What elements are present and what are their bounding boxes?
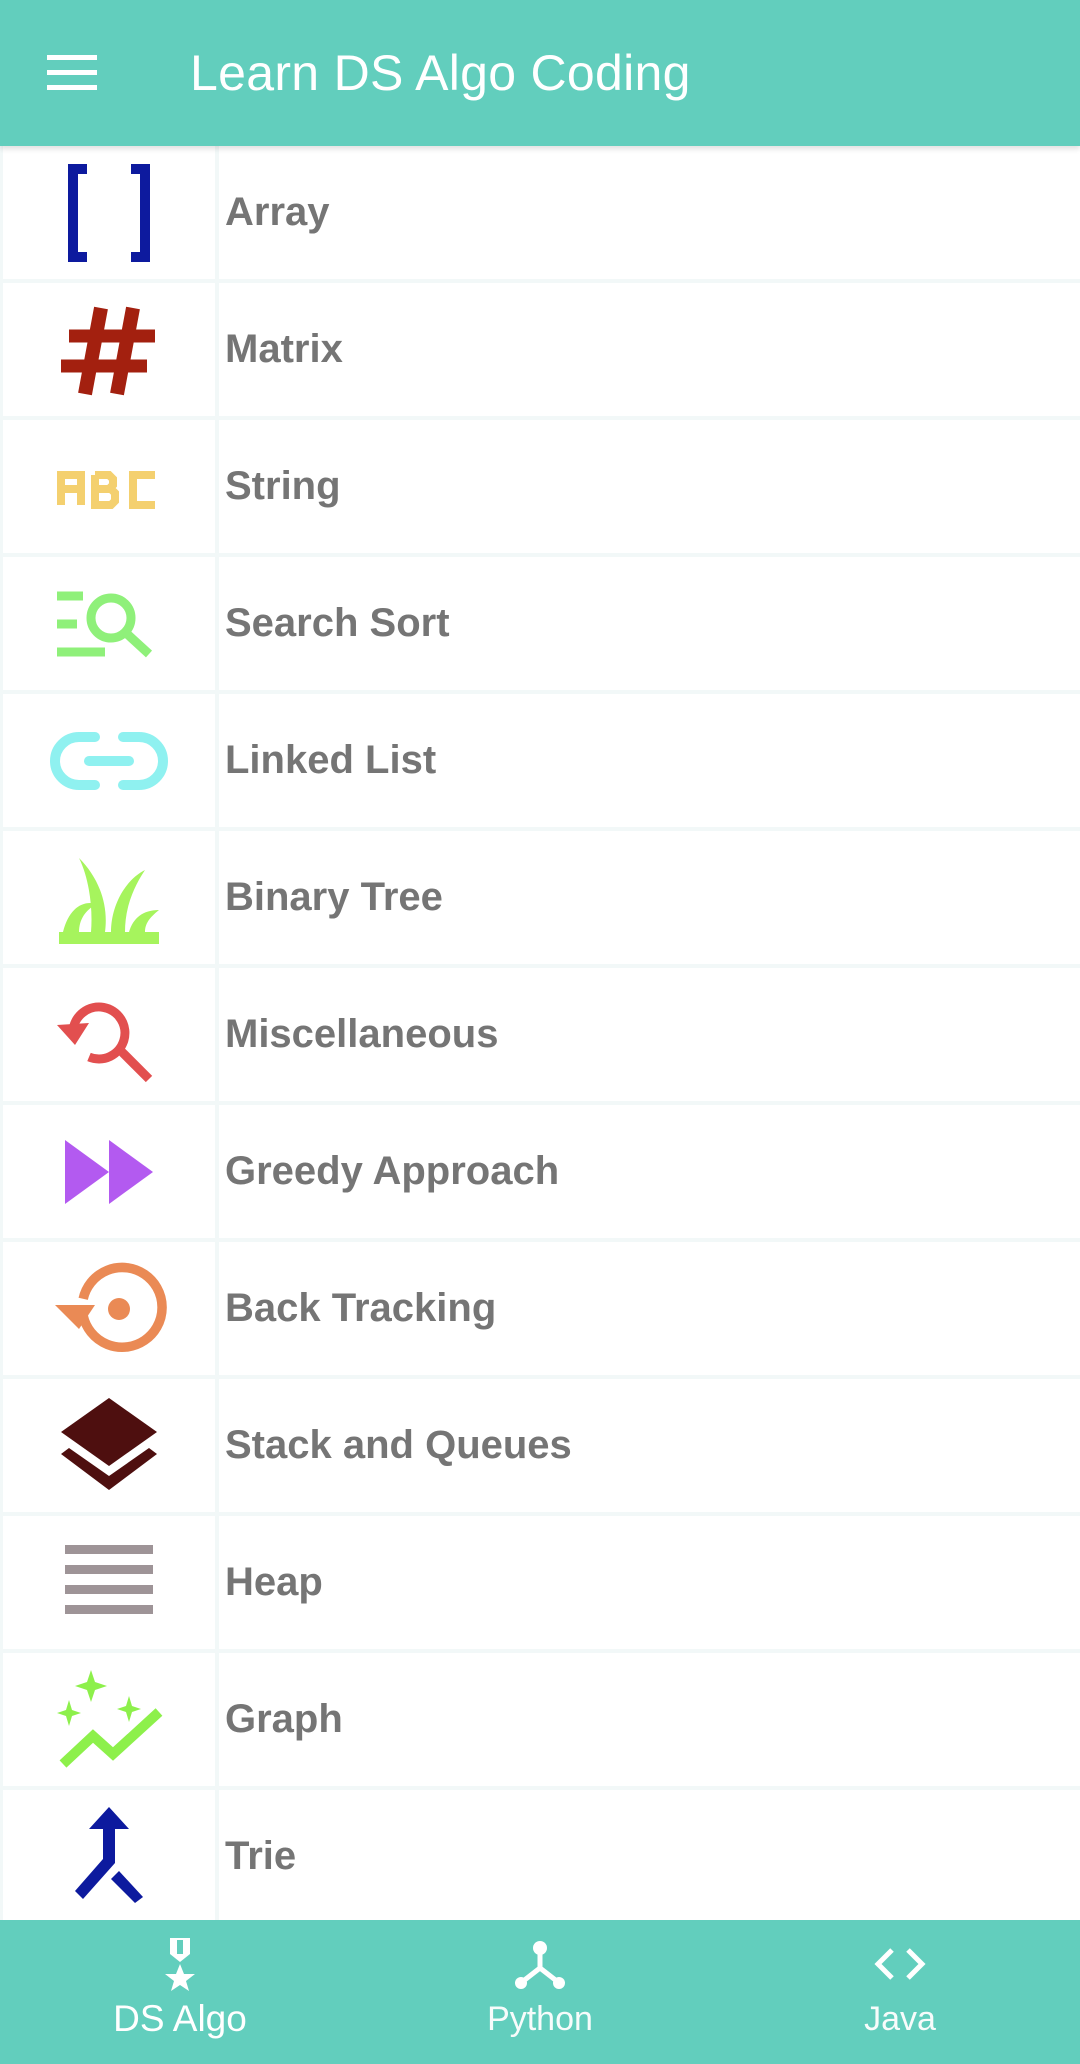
topic-label: Matrix — [225, 327, 343, 371]
topic-row-search-sort[interactable]: Search Sort — [0, 557, 1080, 694]
topic-row-miscellaneous[interactable]: Miscellaneous — [0, 968, 1080, 1105]
menu-button[interactable] — [0, 0, 146, 146]
topic-icon-cell — [0, 146, 219, 279]
nav-label: Python — [487, 2000, 593, 2038]
search-list-icon — [57, 591, 153, 657]
topic-icon-cell — [0, 1242, 219, 1375]
topic-icon-cell — [0, 557, 219, 690]
fast-forward-icon — [65, 1139, 153, 1204]
topic-row-heap[interactable]: Heap — [0, 1516, 1080, 1653]
topic-label: Heap — [225, 1560, 323, 1604]
topic-icon-cell — [0, 831, 219, 964]
topic-label: Linked List — [225, 738, 437, 782]
topic-row-binary-tree[interactable]: Binary Tree — [0, 831, 1080, 968]
grass-icon — [59, 857, 159, 944]
hub-icon — [515, 1941, 565, 1989]
topic-icon-cell — [0, 1516, 219, 1649]
topic-label: Search Sort — [225, 601, 450, 645]
topic-row-trie[interactable]: Trie — [0, 1790, 1080, 1920]
abc-icon — [57, 470, 155, 509]
nav-item-java[interactable]: Java — [720, 1920, 1080, 2064]
topic-row-array[interactable]: Array — [0, 146, 1080, 283]
topic-icon-cell — [0, 968, 219, 1101]
topic-icon-cell — [0, 1105, 219, 1238]
topic-row-graph[interactable]: Graph — [0, 1653, 1080, 1790]
topic-icon-cell — [0, 283, 219, 416]
topic-label: Miscellaneous — [225, 1012, 499, 1056]
search-refresh-icon — [57, 1001, 153, 1082]
topic-label: Back Tracking — [225, 1286, 497, 1330]
topic-row-back-tracking[interactable]: Back Tracking — [0, 1242, 1080, 1379]
nav-label: DS Algo — [113, 1998, 247, 2039]
app-bar: Learn DS Algo Coding — [0, 0, 1080, 146]
topic-icon-cell — [0, 1790, 219, 1920]
topic-icon-cell — [0, 1653, 219, 1786]
nav-label: Java — [864, 2000, 936, 2038]
restore-icon — [55, 1262, 167, 1352]
link-icon — [50, 731, 168, 790]
topic-row-greedy-approach[interactable]: Greedy Approach — [0, 1105, 1080, 1242]
topic-list: Array Matrix String Search Sort Linked L… — [0, 146, 1080, 1920]
topic-label: Trie — [225, 1834, 297, 1878]
medal-icon — [165, 1938, 195, 1991]
code-icon — [874, 1948, 926, 1980]
layers-icon — [61, 1397, 157, 1490]
topic-label: Greedy Approach — [225, 1149, 560, 1193]
hamburger-menu-icon — [47, 55, 97, 90]
topic-label: Binary Tree — [225, 875, 443, 919]
topic-label: Array — [225, 190, 330, 234]
topic-row-string[interactable]: String — [0, 420, 1080, 557]
bottom-navigation: DS Algo Python Java — [0, 1920, 1080, 2064]
topic-icon-cell — [0, 420, 219, 553]
app-title: Learn DS Algo Coding — [190, 45, 691, 101]
topic-row-linked-list[interactable]: Linked List — [0, 694, 1080, 831]
topic-icon-cell — [0, 694, 219, 827]
heap-lines-icon — [65, 1544, 153, 1614]
nav-item-ds-algo[interactable]: DS Algo — [0, 1920, 360, 2064]
merge-arrow-icon — [75, 1806, 143, 1903]
nav-item-python[interactable]: Python — [360, 1920, 720, 2064]
topic-row-matrix[interactable]: Matrix — [0, 283, 1080, 420]
hash-icon — [61, 306, 155, 395]
sparkle-trend-icon — [57, 1669, 163, 1768]
topic-label: Graph — [225, 1697, 343, 1741]
topic-label: String — [225, 464, 341, 508]
topic-row-stack-and-queues[interactable]: Stack and Queues — [0, 1379, 1080, 1516]
topic-icon-cell — [0, 1379, 219, 1512]
topic-label: Stack and Queues — [225, 1423, 572, 1467]
brackets-icon — [68, 163, 150, 262]
